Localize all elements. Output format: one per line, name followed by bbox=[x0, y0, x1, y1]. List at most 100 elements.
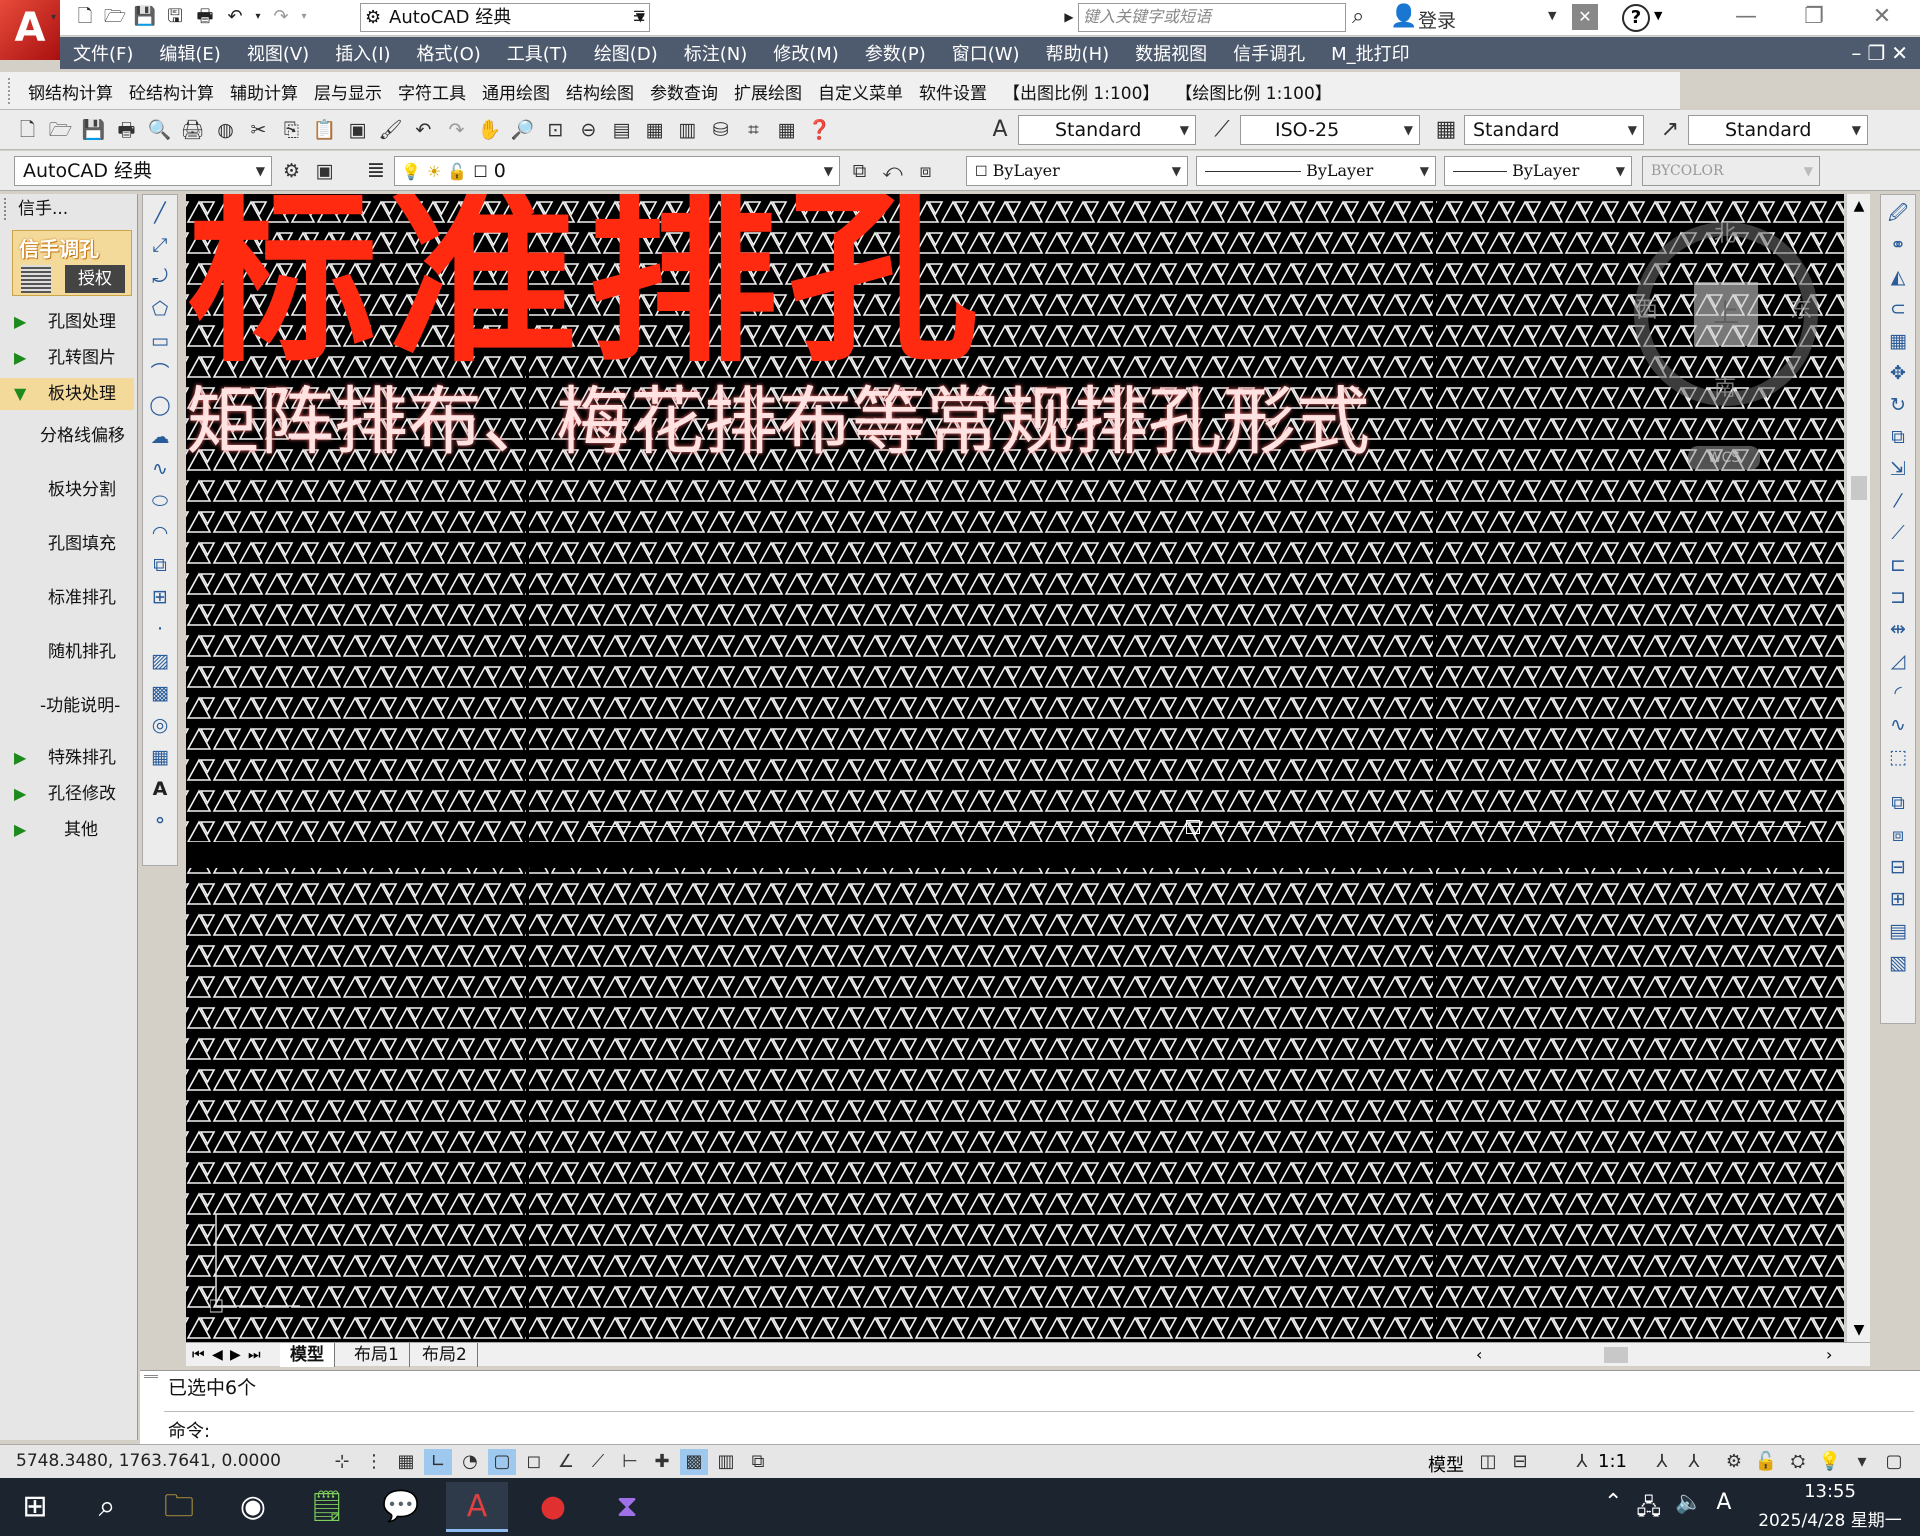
search-icon[interactable]: ⌕ bbox=[76, 1482, 138, 1532]
menu-format[interactable]: 格式(O) bbox=[404, 40, 494, 66]
plugin-structure-draw[interactable]: 结构绘图 bbox=[558, 79, 642, 104]
menu-parametric[interactable]: 参数(P) bbox=[852, 40, 939, 66]
mirror-icon[interactable]: ◭ bbox=[1884, 263, 1912, 291]
menu-view[interactable]: 视图(V) bbox=[234, 40, 322, 66]
viewcube-top-face[interactable]: 上 bbox=[1694, 282, 1758, 346]
binoculars-icon[interactable]: ⌕ bbox=[1352, 4, 1364, 29]
autocad-taskbar-icon[interactable]: A bbox=[446, 1482, 508, 1532]
sheet-set-icon[interactable]: ⛁ bbox=[707, 117, 734, 144]
plugin-output-scale[interactable]: 【出图比例 1:100】 bbox=[995, 79, 1167, 104]
palette-group-hole-image[interactable]: ▶ 孔图处理 bbox=[0, 306, 134, 338]
menu-dimension[interactable]: 标注(N) bbox=[671, 40, 761, 66]
grid-display-icon[interactable]: ▦ bbox=[392, 1449, 420, 1475]
application-menu-button[interactable]: A ▾ bbox=[0, 0, 60, 60]
polygon-icon[interactable]: ⬠ bbox=[146, 295, 174, 323]
plugin-text-tools[interactable]: 字符工具 bbox=[390, 79, 474, 104]
menu-edit[interactable]: 编辑(E) bbox=[146, 40, 233, 66]
plot-preview-icon[interactable]: 🔍 bbox=[146, 117, 173, 144]
color-combo[interactable]: ☐ ByLayer ▼ bbox=[966, 156, 1188, 186]
chrome-icon[interactable]: ◉ bbox=[222, 1482, 284, 1532]
open-icon[interactable]: 🗁 bbox=[47, 117, 74, 144]
fillet-icon[interactable]: ◜ bbox=[1884, 679, 1912, 707]
quick-properties-icon[interactable]: ▥ bbox=[712, 1449, 740, 1475]
paste-icon[interactable]: 📋 bbox=[311, 117, 338, 144]
menu-window[interactable]: 窗口(W) bbox=[939, 40, 1033, 66]
workspace-selector[interactable]: ⚙ AutoCAD 经典 ▼ bbox=[360, 3, 650, 32]
close-icon[interactable]: ✕ bbox=[1854, 2, 1910, 32]
calculator-icon[interactable]: ▦ bbox=[773, 117, 800, 144]
3d-dwf-icon[interactable]: ◍ bbox=[212, 117, 239, 144]
gradient-icon[interactable]: ▩ bbox=[146, 679, 174, 707]
rectangle-icon[interactable]: ▭ bbox=[146, 327, 174, 355]
hatch-icon[interactable]: ▨ bbox=[146, 647, 174, 675]
layer-previous-icon[interactable]: ⤺ bbox=[879, 158, 906, 185]
dim-style-icon[interactable]: ⟋ bbox=[1208, 115, 1236, 145]
spline-icon[interactable]: ∿ bbox=[146, 455, 174, 483]
command-input[interactable] bbox=[224, 1415, 1904, 1441]
new-icon[interactable]: 🗋 bbox=[14, 117, 41, 144]
search-expand-icon[interactable]: ▶ bbox=[1060, 3, 1078, 32]
hscroll-thumb[interactable] bbox=[1604, 1347, 1628, 1363]
undo-icon[interactable]: ↶ bbox=[222, 4, 248, 30]
palette-item-random-holes[interactable]: 随机排孔 bbox=[0, 636, 134, 668]
redo-icon[interactable]: ↷ bbox=[443, 117, 470, 144]
restore-icon[interactable]: ❐ bbox=[1786, 2, 1842, 32]
bring-to-front-icon[interactable]: ⧉ bbox=[1884, 789, 1912, 817]
layer-state-icon[interactable]: ⧈ bbox=[912, 158, 939, 185]
linetype-combo[interactable]: ByLayer ▼ bbox=[1196, 156, 1436, 186]
help-icon[interactable]: ? bbox=[1622, 4, 1650, 32]
plugin-concrete-calc[interactable]: 砼结构计算 bbox=[121, 79, 222, 104]
palette-item-hole-fill[interactable]: 孔图填充 bbox=[0, 528, 134, 560]
plugin-aux-calc[interactable]: 辅助计算 bbox=[222, 79, 306, 104]
drawing-canvas[interactable]: 标准排孔 矩阵排布、梅花排布等常规排孔形式 上 北 南 东 西 WCS bbox=[186, 194, 1844, 1342]
next-tab-icon[interactable]: ▶ bbox=[230, 1343, 241, 1367]
status-menu-icon[interactable]: ▾ bbox=[1848, 1449, 1876, 1475]
plugin-draw-scale[interactable]: 【绘图比例 1:100】 bbox=[1167, 79, 1339, 104]
cut-icon[interactable]: ✂ bbox=[245, 117, 272, 144]
windows-start-icon[interactable]: ⊞ bbox=[4, 1482, 66, 1532]
palette-item-panel-split[interactable]: 板块分割 bbox=[0, 474, 134, 506]
palette-item-help[interactable]: -功能说明- bbox=[0, 690, 134, 722]
wechat-icon[interactable]: 💬 bbox=[370, 1482, 432, 1532]
lineweight-combo[interactable]: ByLayer ▼ bbox=[1444, 156, 1632, 186]
tray-chevron-up-icon[interactable]: ⌃ bbox=[1604, 1490, 1622, 1528]
3d-object-snap-icon[interactable]: ◻ bbox=[520, 1449, 548, 1475]
layer-combo[interactable]: 💡 ☀ 🔓 ☐ 0 ▼ bbox=[394, 156, 840, 186]
selection-cycling-icon[interactable]: ⧉ bbox=[744, 1449, 772, 1475]
bring-above-icon[interactable]: ⊟ bbox=[1884, 853, 1912, 881]
text-style-icon[interactable]: A bbox=[986, 115, 1014, 145]
zoom-window-icon[interactable]: ⊡ bbox=[542, 117, 569, 144]
plugin-settings[interactable]: 软件设置 bbox=[911, 79, 995, 104]
snap-mode-icon[interactable]: ⋮ bbox=[360, 1449, 388, 1475]
prev-tab-icon[interactable]: ◀ bbox=[212, 1343, 223, 1367]
region-icon[interactable]: ◎ bbox=[146, 711, 174, 739]
dynamic-ucs-icon[interactable]: ⟋ bbox=[584, 1449, 612, 1475]
tab-layout2[interactable]: 布局2 bbox=[412, 1343, 478, 1367]
undo-dropdown-icon[interactable]: ▾ bbox=[252, 4, 264, 30]
hatch-back-icon[interactable]: ▧ bbox=[1884, 949, 1912, 977]
chevron-down-icon[interactable]: ▼ bbox=[1548, 9, 1556, 22]
make-current-layer-icon[interactable]: ⧉ bbox=[846, 158, 873, 185]
search-input[interactable] bbox=[1078, 3, 1346, 32]
scroll-left-icon[interactable]: ‹ bbox=[1476, 1343, 1482, 1367]
plugin-steel-calc[interactable]: 钢结构计算 bbox=[20, 79, 121, 104]
text-above-icon[interactable]: ▤ bbox=[1884, 917, 1912, 945]
tab-layout1[interactable]: 布局1 bbox=[344, 1343, 410, 1367]
plotstyle-combo[interactable]: BYCOLOR ▼ bbox=[1642, 156, 1820, 186]
erase-icon[interactable]: 🖉 bbox=[1884, 199, 1912, 227]
send-to-back-icon[interactable]: ⧈ bbox=[1884, 821, 1912, 849]
object-snap-icon[interactable]: ▢ bbox=[488, 1449, 516, 1475]
move-icon[interactable]: ✥ bbox=[1884, 359, 1912, 387]
extend-icon[interactable]: ⟋ bbox=[1884, 519, 1912, 547]
table-style-combo[interactable]: Standard ▼ bbox=[1464, 115, 1644, 145]
annotation-scale-icon[interactable]: ⅄ bbox=[1568, 1449, 1596, 1475]
circle-icon[interactable]: ◯ bbox=[146, 391, 174, 419]
offset-icon[interactable]: ⊂ bbox=[1884, 295, 1912, 323]
menu-tools[interactable]: 工具(T) bbox=[494, 40, 581, 66]
hardware-acceleration-icon[interactable]: ⛭ bbox=[1784, 1449, 1812, 1475]
chamfer-icon[interactable]: ◿ bbox=[1884, 647, 1912, 675]
line-icon[interactable]: ╱ bbox=[146, 199, 174, 227]
workspace-switch-icon[interactable]: ⚙ bbox=[1720, 1449, 1748, 1475]
match-properties-icon[interactable]: 🖌 bbox=[377, 117, 404, 144]
array-icon[interactable]: ▦ bbox=[1884, 327, 1912, 355]
